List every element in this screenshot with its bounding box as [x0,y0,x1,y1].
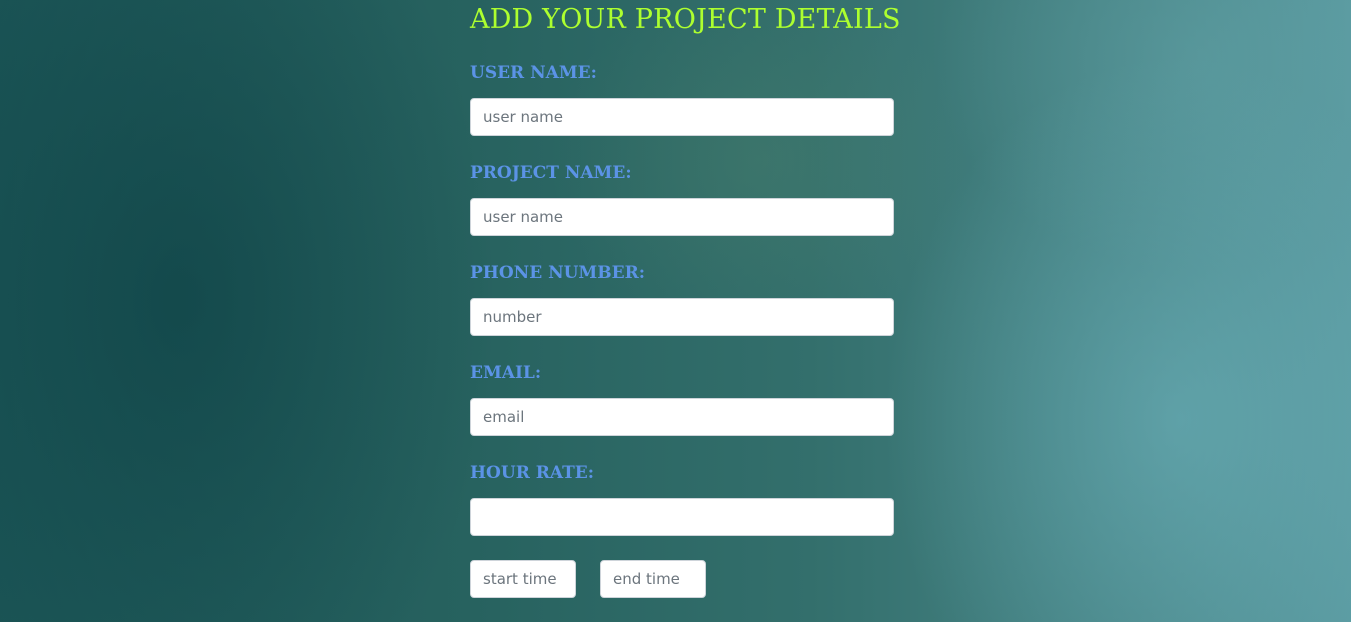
email-input[interactable] [470,398,894,436]
user-name-label: USER NAME: [470,63,597,83]
project-name-label: PROJECT NAME: [470,163,632,183]
hour-rate-input[interactable] [470,498,894,536]
email-label: EMAIL: [470,363,542,383]
page-title: ADD YOUR PROJECT DETAILS [470,4,901,35]
start-time-input[interactable] [470,560,576,598]
end-time-input[interactable] [600,560,706,598]
project-name-input[interactable] [470,198,894,236]
phone-number-label: PHONE NUMBER: [470,263,645,283]
user-name-input[interactable] [470,98,894,136]
hour-rate-label: HOUR RATE: [470,463,595,483]
phone-number-input[interactable] [470,298,894,336]
